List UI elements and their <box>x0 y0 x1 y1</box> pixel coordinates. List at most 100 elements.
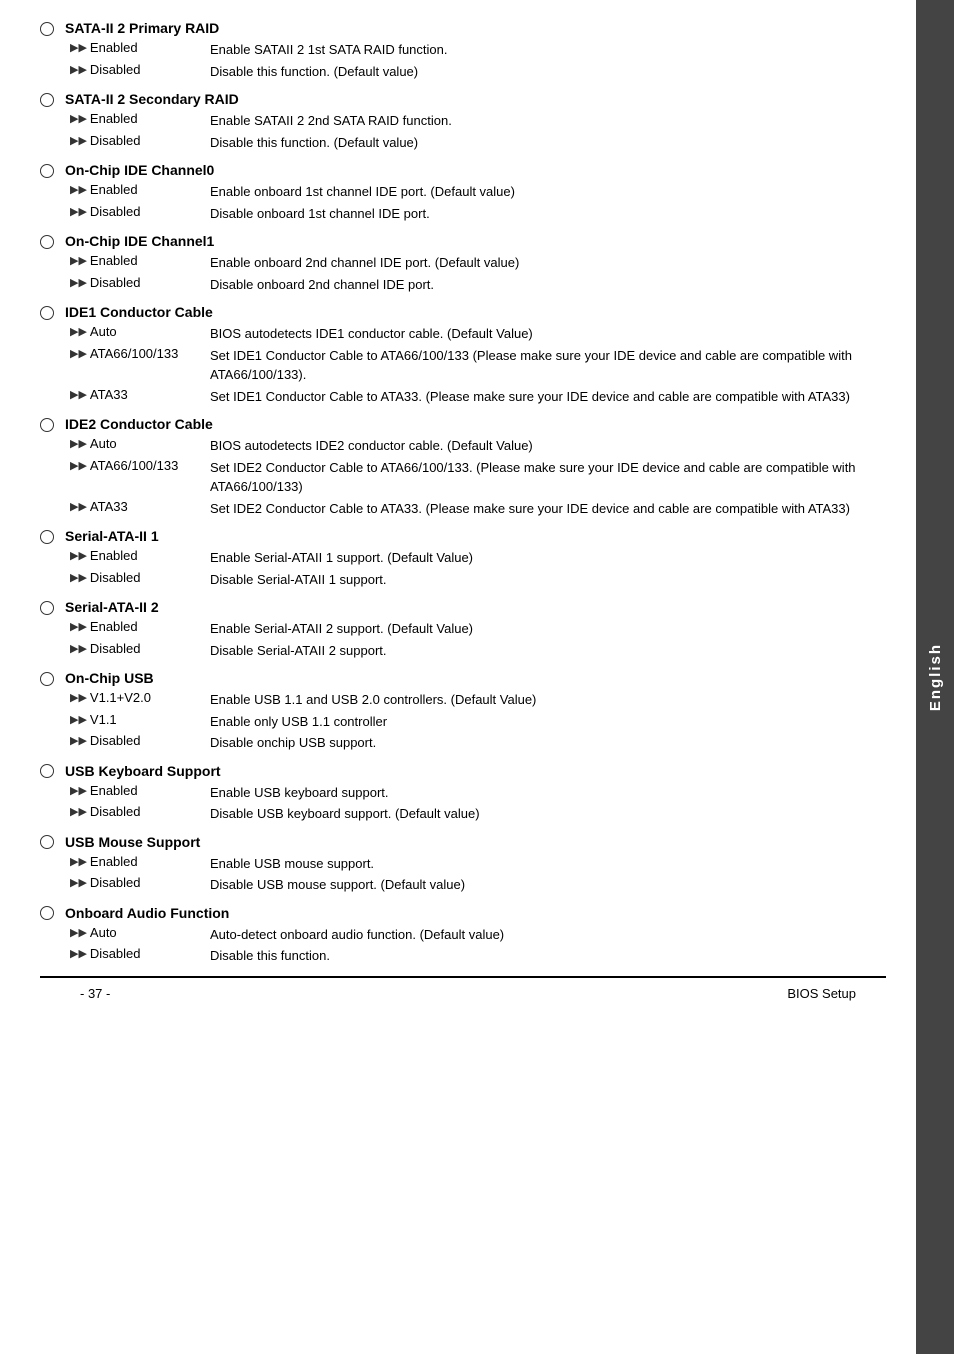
option-row: ▶▶ DisabledDisable USB mouse support. (D… <box>40 875 886 895</box>
arrow-icon: ▶▶ <box>70 549 87 562</box>
option-key-text: Disabled <box>90 641 141 656</box>
section-heading: Serial-ATA-II 1 <box>65 528 159 544</box>
option-key: ▶▶ V1.1 <box>70 712 210 727</box>
option-key-text: Enabled <box>90 182 138 197</box>
option-key-text: V1.1 <box>90 712 117 727</box>
sidebar-label: English <box>927 643 944 711</box>
section-title-usb-keyboard-support: USB Keyboard Support <box>40 763 886 779</box>
arrow-icon: ▶▶ <box>70 388 87 401</box>
section-title-ide2-conductor-cable: IDE2 Conductor Cable <box>40 416 886 432</box>
option-row: ▶▶ EnabledEnable USB mouse support. <box>40 854 886 874</box>
option-key: ▶▶ Disabled <box>70 570 210 585</box>
arrow-icon: ▶▶ <box>70 63 87 76</box>
option-row: ▶▶ AutoBIOS autodetects IDE1 conductor c… <box>40 324 886 344</box>
option-key: ▶▶ Enabled <box>70 854 210 869</box>
section-title-serial-ata-ii-2: Serial-ATA-II 2 <box>40 599 886 615</box>
option-value-text: Disable Serial-ATAII 1 support. <box>210 570 886 590</box>
option-row: ▶▶ DisabledDisable this function. <box>40 946 886 966</box>
option-value-text: Enable Serial-ATAII 1 support. (Default … <box>210 548 886 568</box>
sidebar: English <box>916 0 954 1354</box>
option-value-text: Enable only USB 1.1 controller <box>210 712 886 732</box>
footer-title: BIOS Setup <box>787 986 856 1001</box>
arrow-icon: ▶▶ <box>70 691 87 704</box>
section-onboard-audio-function: Onboard Audio Function▶▶ AutoAuto-detect… <box>40 905 886 966</box>
arrow-icon: ▶▶ <box>70 276 87 289</box>
section-heading: IDE1 Conductor Cable <box>65 304 213 320</box>
circle-icon <box>40 93 54 107</box>
arrow-icon: ▶▶ <box>70 134 87 147</box>
section-heading: SATA-II 2 Secondary RAID <box>65 91 239 107</box>
arrow-icon: ▶▶ <box>70 183 87 196</box>
arrow-icon: ▶▶ <box>70 347 87 360</box>
option-row: ▶▶ EnabledEnable onboard 2nd channel IDE… <box>40 253 886 273</box>
option-key: ▶▶ Disabled <box>70 641 210 656</box>
option-value-text: BIOS autodetects IDE1 conductor cable. (… <box>210 324 886 344</box>
option-key: ▶▶ Enabled <box>70 548 210 563</box>
option-key-text: Enabled <box>90 783 138 798</box>
option-value-text: Set IDE1 Conductor Cable to ATA33. (Plea… <box>210 387 886 407</box>
arrow-icon: ▶▶ <box>70 41 87 54</box>
option-row: ▶▶ DisabledDisable this function. (Defau… <box>40 62 886 82</box>
option-row: ▶▶ DisabledDisable Serial-ATAII 2 suppor… <box>40 641 886 661</box>
option-key: ▶▶ Auto <box>70 324 210 339</box>
section-heading: USB Keyboard Support <box>65 763 221 779</box>
option-row: ▶▶ DisabledDisable onboard 2nd channel I… <box>40 275 886 295</box>
option-value-text: Set IDE1 Conductor Cable to ATA66/100/13… <box>210 346 886 385</box>
option-row: ▶▶ ATA66/100/133Set IDE2 Conductor Cable… <box>40 458 886 497</box>
footer-bar: - 37 - BIOS Setup <box>40 976 886 1009</box>
circle-icon <box>40 164 54 178</box>
section-title-serial-ata-ii-1: Serial-ATA-II 1 <box>40 528 886 544</box>
option-key-text: Enabled <box>90 253 138 268</box>
section-title-on-chip-ide-channel0: On-Chip IDE Channel0 <box>40 162 886 178</box>
option-row: ▶▶ EnabledEnable SATAII 2 2nd SATA RAID … <box>40 111 886 131</box>
circle-icon <box>40 835 54 849</box>
section-sata2-secondary-raid: SATA-II 2 Secondary RAID ▶▶ EnabledEnable… <box>40 91 886 152</box>
option-key-text: Enabled <box>90 548 138 563</box>
option-row: ▶▶ ATA66/100/133Set IDE1 Conductor Cable… <box>40 346 886 385</box>
option-key-text: Disabled <box>90 570 141 585</box>
option-key-text: Disabled <box>90 204 141 219</box>
section-on-chip-ide-channel1: On-Chip IDE Channel1 ▶▶ EnabledEnable onb… <box>40 233 886 294</box>
option-key: ▶▶ Disabled <box>70 62 210 77</box>
option-row: ▶▶ AutoBIOS autodetects IDE2 conductor c… <box>40 436 886 456</box>
arrow-icon: ▶▶ <box>70 734 87 747</box>
section-title-sata2-secondary-raid: SATA-II 2 Secondary RAID <box>40 91 886 107</box>
circle-icon <box>40 22 54 36</box>
sections-container: SATA-II 2 Primary RAID▶▶ EnabledEnable S… <box>40 20 886 966</box>
option-value-text: Enable Serial-ATAII 2 support. (Default … <box>210 619 886 639</box>
section-heading: SATA-II 2 Primary RAID <box>65 20 219 36</box>
option-key-text: Enabled <box>90 111 138 126</box>
option-value-text: Set IDE2 Conductor Cable to ATA33. (Plea… <box>210 499 886 519</box>
option-value-text: Disable Serial-ATAII 2 support. <box>210 641 886 661</box>
option-row: ▶▶ ATA33Set IDE1 Conductor Cable to ATA3… <box>40 387 886 407</box>
arrow-icon: ▶▶ <box>70 876 87 889</box>
arrow-icon: ▶▶ <box>70 642 87 655</box>
option-key: ▶▶ Disabled <box>70 804 210 819</box>
section-usb-mouse-support: USB Mouse Support▶▶ EnabledEnable USB mo… <box>40 834 886 895</box>
section-sata2-primary-raid: SATA-II 2 Primary RAID▶▶ EnabledEnable S… <box>40 20 886 81</box>
option-key-text: Disabled <box>90 62 141 77</box>
option-row: ▶▶ DisabledDisable this function. (Defau… <box>40 133 886 153</box>
arrow-icon: ▶▶ <box>70 325 87 338</box>
option-key-text: ATA66/100/133 <box>90 458 178 473</box>
circle-icon <box>40 235 54 249</box>
option-row: ▶▶ ATA33Set IDE2 Conductor Cable to ATA3… <box>40 499 886 519</box>
circle-icon <box>40 906 54 920</box>
option-row: ▶▶ AutoAuto-detect onboard audio functio… <box>40 925 886 945</box>
option-row: ▶▶ V1.1Enable only USB 1.1 controller <box>40 712 886 732</box>
option-key-text: Disabled <box>90 946 141 961</box>
circle-icon <box>40 672 54 686</box>
option-value-text: Auto-detect onboard audio function. (Def… <box>210 925 886 945</box>
option-key: ▶▶ Enabled <box>70 253 210 268</box>
arrow-icon: ▶▶ <box>70 713 87 726</box>
circle-icon <box>40 306 54 320</box>
option-key: ▶▶ ATA33 <box>70 499 210 514</box>
option-key-text: Enabled <box>90 619 138 634</box>
section-title-on-chip-ide-channel1: On-Chip IDE Channel1 <box>40 233 886 249</box>
option-key-text: ATA33 <box>90 499 128 514</box>
option-key-text: Disabled <box>90 275 141 290</box>
arrow-icon: ▶▶ <box>70 784 87 797</box>
option-row: ▶▶ DisabledDisable onboard 1st channel I… <box>40 204 886 224</box>
arrow-icon: ▶▶ <box>70 112 87 125</box>
option-row: ▶▶ EnabledEnable USB keyboard support. <box>40 783 886 803</box>
